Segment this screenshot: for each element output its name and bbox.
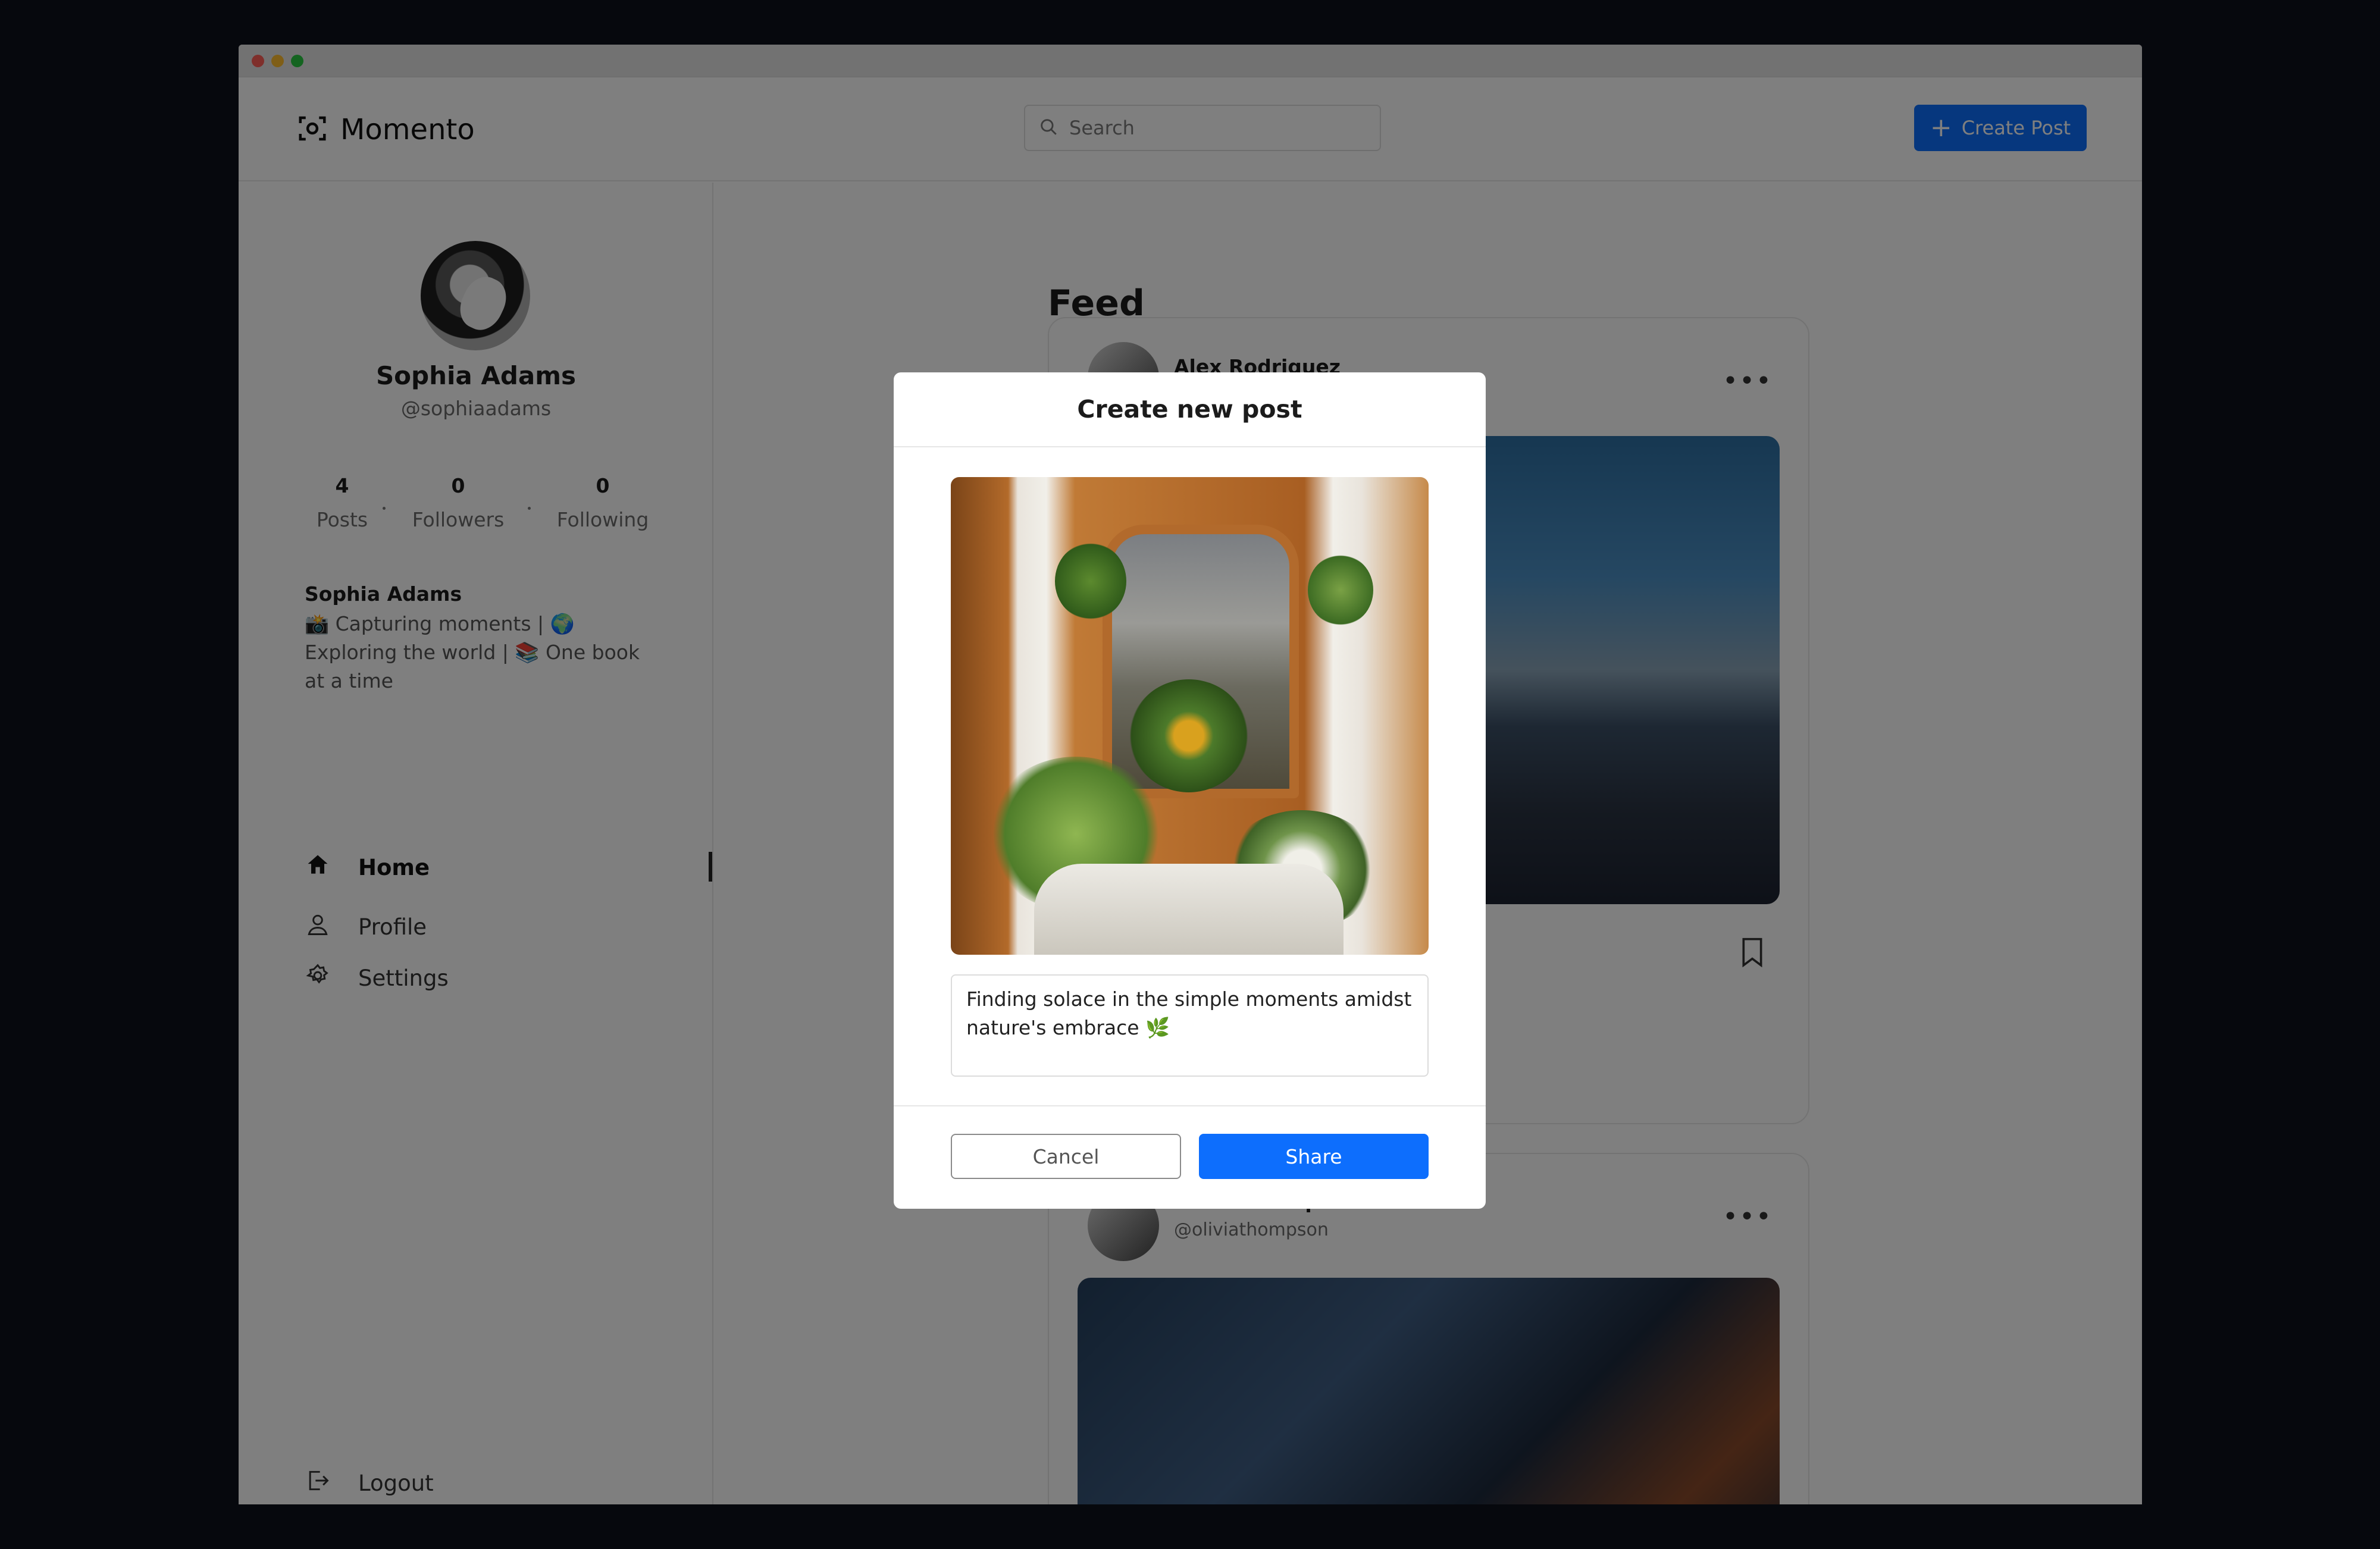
plant-shape bbox=[1308, 554, 1373, 626]
sink-shape bbox=[1034, 864, 1344, 955]
modal-divider bbox=[894, 1105, 1486, 1106]
post-preview-image bbox=[951, 477, 1429, 955]
plant-shape bbox=[1129, 679, 1248, 792]
plant-shape bbox=[1055, 543, 1126, 620]
share-button[interactable]: Share bbox=[1199, 1134, 1429, 1179]
modal-title: Create new post bbox=[894, 372, 1486, 447]
create-post-modal: Create new post Finding solace in the si… bbox=[894, 372, 1486, 1209]
caption-textarea[interactable]: Finding solace in the simple moments ami… bbox=[951, 974, 1429, 1077]
cancel-button[interactable]: Cancel bbox=[951, 1134, 1181, 1179]
